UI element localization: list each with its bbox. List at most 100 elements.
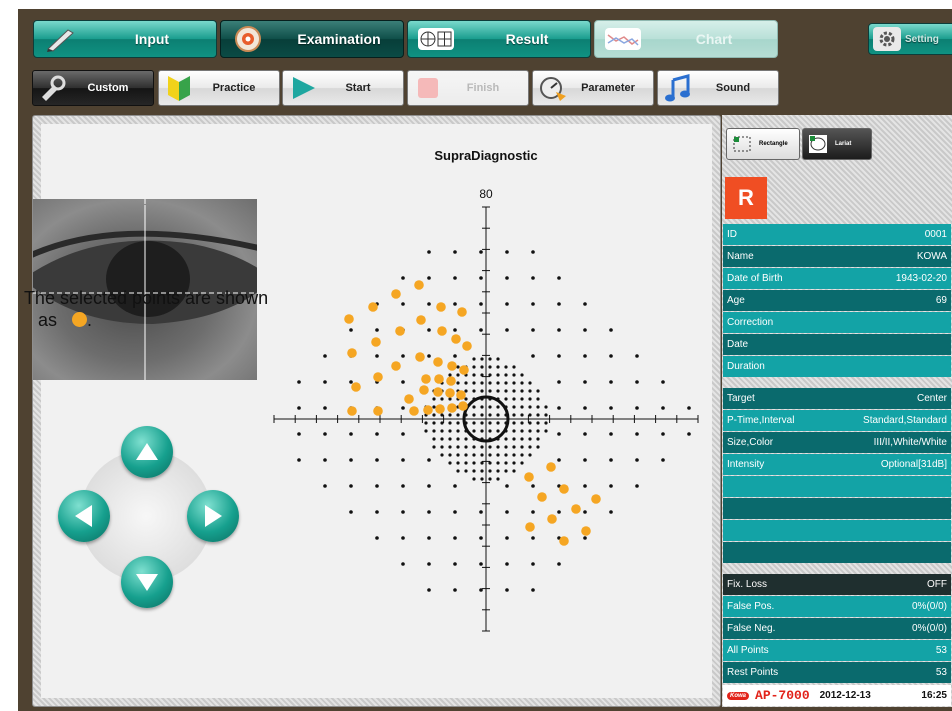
test-point <box>635 458 639 462</box>
selected-point <box>404 394 414 404</box>
test-point <box>480 405 484 409</box>
test-point <box>544 413 548 417</box>
test-point <box>480 429 484 433</box>
footer-date: 2012-12-13 <box>819 690 871 701</box>
patient-row-label: Name <box>727 251 754 262</box>
arrow-right-button[interactable] <box>187 490 239 542</box>
test-point <box>488 469 492 473</box>
test-point <box>531 562 535 566</box>
application-window: Input Examination Result Chart Setting C… <box>18 9 952 711</box>
arrow-left-button[interactable] <box>58 490 110 542</box>
selected-point <box>559 536 569 546</box>
test-point <box>504 373 508 377</box>
arrow-up-button[interactable] <box>121 426 173 478</box>
test-point <box>297 432 301 436</box>
test-point <box>427 536 431 540</box>
tab-result[interactable]: Result <box>407 20 591 58</box>
test-point <box>456 413 460 417</box>
selected-point <box>459 365 469 375</box>
test-point <box>496 413 500 417</box>
tab-examination[interactable]: Examination <box>220 20 404 58</box>
test-point <box>472 373 476 377</box>
sound-button[interactable]: Sound <box>657 70 779 106</box>
kowa-logo: Kowa <box>727 691 750 700</box>
selected-point <box>414 280 424 290</box>
start-button[interactable]: Start <box>282 70 404 106</box>
custom-button[interactable]: Custom <box>32 70 154 106</box>
test-point <box>472 357 476 361</box>
test-point <box>472 429 476 433</box>
stats-row: False Pos. 0%(0/0) <box>723 596 951 617</box>
test-point <box>609 432 613 436</box>
test-point <box>480 477 484 481</box>
test-point <box>375 458 379 462</box>
chart-line-icon <box>605 28 641 50</box>
test-point <box>456 445 460 449</box>
tab-input[interactable]: Input <box>33 20 217 58</box>
test-point <box>583 354 587 358</box>
test-point <box>375 510 379 514</box>
stats-row: Fix. Loss OFF <box>723 574 951 595</box>
test-point <box>456 365 460 369</box>
params-row-value: Optional[31dB] <box>880 459 947 470</box>
test-point <box>528 453 532 457</box>
test-point <box>401 302 405 306</box>
lariat-select-button[interactable]: Lariat <box>802 128 872 160</box>
tab-chart[interactable]: Chart <box>594 20 778 58</box>
test-point <box>557 380 561 384</box>
test-point <box>448 413 452 417</box>
test-point <box>512 421 516 425</box>
patient-row-label: Date <box>727 339 749 350</box>
test-point <box>504 469 508 473</box>
test-point <box>520 405 524 409</box>
test-point <box>496 357 500 361</box>
test-point <box>512 413 516 417</box>
info-panel: Rectangle Lariat R ID 0001 Name KOWA Date of… <box>722 115 952 707</box>
selected-point <box>537 492 547 502</box>
test-point <box>496 461 500 465</box>
test-point <box>528 381 532 385</box>
patient-row: Duration <box>723 356 951 377</box>
selected-point <box>437 326 447 336</box>
selected-point <box>591 494 601 504</box>
test-point <box>504 413 508 417</box>
test-point <box>323 354 327 358</box>
finish-button[interactable]: Finish <box>407 70 529 106</box>
arrow-down-icon <box>136 574 158 591</box>
test-point <box>661 380 665 384</box>
selected-point <box>462 341 472 351</box>
params-row: Target Center <box>723 388 951 409</box>
test-point <box>661 406 665 410</box>
test-point <box>427 354 431 358</box>
test-point <box>297 380 301 384</box>
test-point <box>609 510 613 514</box>
lariat-select-icon <box>809 135 827 153</box>
test-point <box>464 389 468 393</box>
test-point <box>464 461 468 465</box>
test-point <box>512 397 516 401</box>
test-point <box>480 461 484 465</box>
parameter-button[interactable]: Parameter <box>532 70 654 106</box>
practice-button[interactable]: Practice <box>158 70 280 106</box>
test-point <box>609 354 613 358</box>
test-point <box>297 406 301 410</box>
test-point <box>472 413 476 417</box>
params-empty-row <box>723 476 951 497</box>
test-point <box>488 429 492 433</box>
selected-point <box>421 374 431 384</box>
selected-point <box>458 401 468 411</box>
setting-button[interactable]: Setting <box>868 23 952 55</box>
test-point <box>496 429 500 433</box>
rectangle-select-button[interactable]: Rectangle <box>726 128 800 160</box>
arrow-down-button[interactable] <box>121 556 173 608</box>
test-point <box>323 406 327 410</box>
test-point <box>488 357 492 361</box>
test-point <box>480 389 484 393</box>
test-point <box>456 461 460 465</box>
test-point <box>479 276 483 280</box>
test-point <box>520 373 524 377</box>
test-point <box>635 432 639 436</box>
patient-row: ID 0001 <box>723 224 951 245</box>
test-point <box>453 562 457 566</box>
test-point <box>427 328 431 332</box>
